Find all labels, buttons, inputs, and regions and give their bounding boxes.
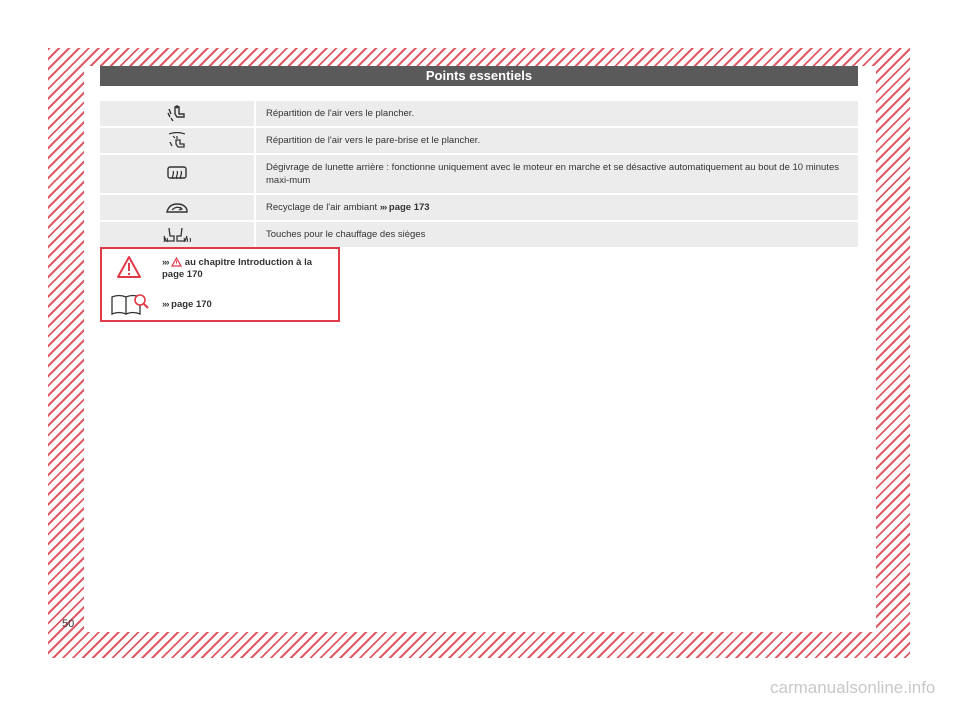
reference-arrows: ››› — [162, 257, 169, 268]
page-reference-link[interactable]: page 170 — [171, 299, 212, 310]
recirculation-icon — [166, 202, 188, 213]
table-row: Répartition de l'air vers le plancher. — [100, 101, 858, 126]
section-title: Points essentiels — [100, 66, 858, 86]
windshield-floor-air-icon — [168, 131, 186, 148]
page-reference-link[interactable]: page 173 — [389, 202, 430, 213]
warning-triangle-icon — [117, 256, 141, 278]
warning-box: ››› au chapitre Introduction à la page 1… — [100, 247, 340, 322]
reference-arrows: ››› — [162, 299, 169, 310]
controls-table: Répartition de l'air vers le plancher. R… — [100, 101, 858, 249]
table-row: Recyclage de l'air ambiant ››› page 173 — [100, 195, 858, 220]
mini-warning-icon — [171, 257, 183, 267]
seat-heating-icon — [163, 227, 191, 242]
page-number: 50 — [62, 618, 75, 630]
row-text: Dégivrage de lunette arrière : fonctionn… — [266, 162, 839, 186]
row-text: Touches pour le chauffage des sièges — [266, 229, 426, 240]
floor-air-icon — [167, 104, 185, 121]
manual-book-icon — [111, 294, 149, 315]
rear-defrost-icon — [167, 166, 187, 180]
row-text: Répartition de l'air vers le plancher. — [266, 108, 415, 119]
chapter-reference-link[interactable]: au chapitre Introduction à la page 170 — [162, 257, 312, 280]
table-row: Dégivrage de lunette arrière : fonctionn… — [100, 155, 858, 193]
table-row: Touches pour le chauffage des sièges — [100, 222, 858, 247]
reference-arrows: ››› — [379, 202, 387, 213]
row-text: Répartition de l'air vers le pare-brise … — [266, 135, 481, 146]
row-text: Recyclage de l'air ambiant — [266, 202, 378, 213]
table-row: Répartition de l'air vers le pare-brise … — [100, 128, 858, 153]
watermark: carmanualsonline.info — [770, 678, 936, 697]
